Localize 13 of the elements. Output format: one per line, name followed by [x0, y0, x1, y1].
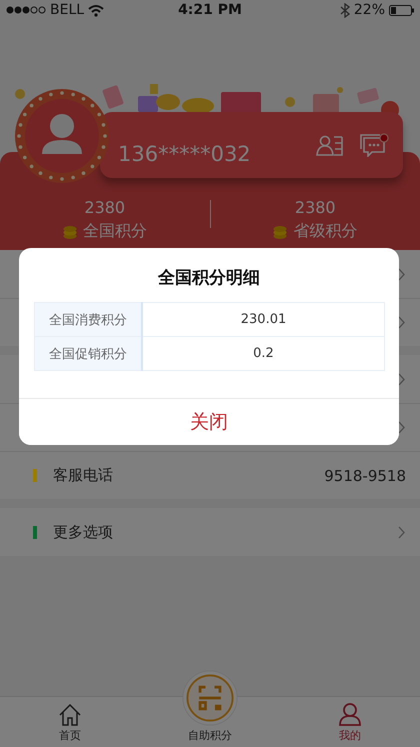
menu-label: 客服电话 — [53, 466, 114, 485]
clock-time: 4:21 PM — [178, 2, 242, 18]
table-cell: 全国促销积分 — [34, 336, 142, 370]
phone-number: 136*****032 — [118, 141, 252, 166]
menu-label: 更多选项 — [53, 522, 114, 542]
dialog-title: 全国积分明细 — [156, 267, 261, 290]
table-cell: 0.2 — [142, 336, 384, 370]
table-cell: 230.01 — [142, 302, 384, 336]
battery-percent: 22% — [354, 2, 386, 18]
points-value: 2380 — [84, 198, 126, 217]
table-cell: 全国消费积分 — [34, 302, 142, 336]
points-value: 2380 — [294, 198, 336, 217]
carrier-name: BELL — [50, 2, 84, 18]
